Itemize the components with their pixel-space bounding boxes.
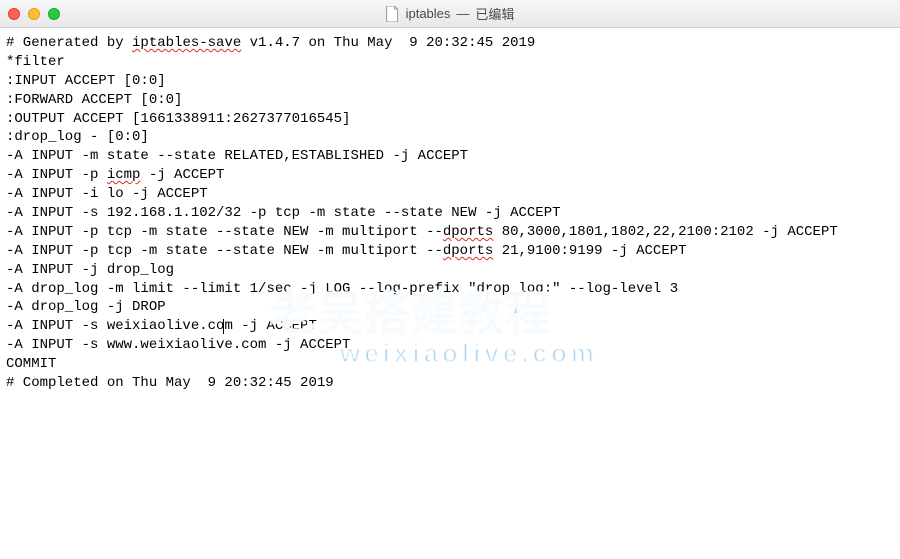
- window-title-separator: —: [456, 6, 469, 21]
- editor-line: :INPUT ACCEPT [0:0]: [6, 72, 894, 91]
- editor-line: # Generated by iptables-save v1.4.7 on T…: [6, 34, 894, 53]
- editor-line: -A INPUT -p icmp -j ACCEPT: [6, 166, 894, 185]
- editor-line: -A drop_log -m limit --limit 1/sec -j LO…: [6, 280, 894, 299]
- text-cursor: [223, 319, 224, 334]
- document-icon: [386, 6, 400, 22]
- editor-line: # Completed on Thu May 9 20:32:45 2019: [6, 374, 894, 393]
- close-window-button[interactable]: [8, 8, 20, 20]
- editor-line: :FORWARD ACCEPT [0:0]: [6, 91, 894, 110]
- spellcheck-underline: dports: [443, 224, 493, 240]
- text-editor-content[interactable]: # Generated by iptables-save v1.4.7 on T…: [0, 28, 900, 399]
- editor-line: COMMIT: [6, 355, 894, 374]
- editor-line: -A INPUT -s www.weixiaolive.com -j ACCEP…: [6, 336, 894, 355]
- editor-line: -A INPUT -p tcp -m state --state NEW -m …: [6, 223, 894, 242]
- traffic-lights: [8, 8, 60, 20]
- editor-line: -A INPUT -s 192.168.1.102/32 -p tcp -m s…: [6, 204, 894, 223]
- spellcheck-underline: dports: [443, 243, 493, 259]
- editor-line: -A INPUT -m state --state RELATED,ESTABL…: [6, 147, 894, 166]
- editor-line: :OUTPUT ACCEPT [1661338911:2627377016545…: [6, 110, 894, 129]
- zoom-window-button[interactable]: [48, 8, 60, 20]
- minimize-window-button[interactable]: [28, 8, 40, 20]
- spellcheck-underline: icmp: [107, 167, 141, 183]
- editor-line: -A INPUT -s weixiaolive.com -j ACCEPT: [6, 317, 894, 336]
- editor-line: -A INPUT -i lo -j ACCEPT: [6, 185, 894, 204]
- editor-line: -A INPUT -j drop_log: [6, 261, 894, 280]
- window-title: iptables — 已编辑: [386, 4, 515, 23]
- window-title-status: 已编辑: [475, 4, 514, 23]
- editor-line: *filter: [6, 53, 894, 72]
- editor-line: -A drop_log -j DROP: [6, 298, 894, 317]
- window-title-filename: iptables: [406, 6, 451, 21]
- spellcheck-underline: iptables-save: [132, 35, 241, 51]
- editor-line: -A INPUT -p tcp -m state --state NEW -m …: [6, 242, 894, 261]
- editor-line: :drop_log - [0:0]: [6, 128, 894, 147]
- window-titlebar: iptables — 已编辑: [0, 0, 900, 28]
